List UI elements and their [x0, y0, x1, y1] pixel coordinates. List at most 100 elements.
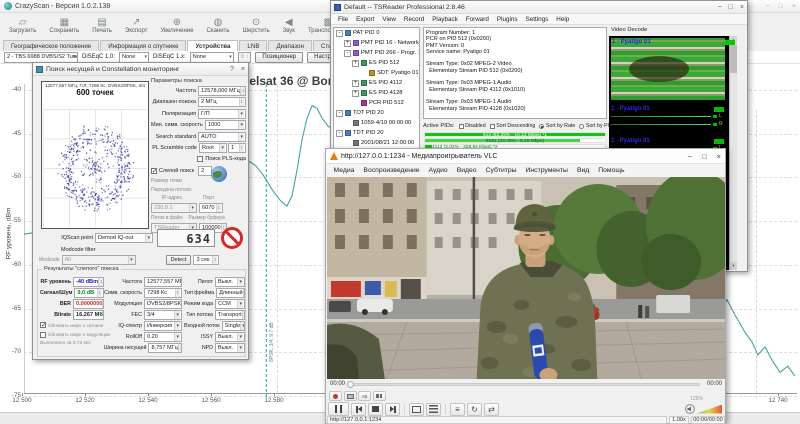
toolbar-button[interactable]: ⊙ Шерстить	[237, 16, 274, 35]
param-field[interactable]: 2 МГц↕	[198, 97, 246, 107]
pl-scramble-select[interactable]: Root▾	[199, 143, 227, 153]
menu-item[interactable]: Аудио	[424, 167, 452, 174]
menu-item[interactable]: Помощь	[594, 167, 629, 174]
tree-node[interactable]: + PMT PID 16 - Network	[334, 38, 419, 48]
tree-expander-icon[interactable]: +	[352, 60, 359, 67]
param-field[interactable]: Г/П▾	[198, 109, 246, 119]
loop-ab-button[interactable]: AB	[358, 391, 371, 401]
frame-by-frame-button[interactable]	[373, 391, 386, 401]
tree-expander-icon[interactable]: +	[344, 40, 351, 47]
chevron-down-icon[interactable]: ▾	[240, 322, 245, 330]
field-adorner-icon[interactable]: ↕	[240, 87, 246, 95]
tab[interactable]: Устройства	[187, 40, 238, 51]
tab[interactable]: Географическое положение	[3, 40, 99, 51]
active-pids-option[interactable]: Sort by Rate	[539, 123, 575, 129]
tree-node[interactable]: + ES PID 512	[334, 58, 419, 68]
scrollbar[interactable]: ▲ ▼	[729, 36, 737, 270]
active-pids-option[interactable]: Sort by PID	[579, 123, 613, 129]
tuner-select[interactable]: 2 - TBS 6988 DVBS/S2 Tuner 0	[4, 52, 78, 63]
result-field[interactable]: 0.20▾	[144, 332, 182, 342]
ip-address-field[interactable]: 230.8.1▾	[151, 203, 197, 213]
snapshot-button[interactable]	[344, 391, 357, 401]
time-display[interactable]: 00:00/00:00	[691, 416, 725, 424]
vlc-video-area[interactable]	[327, 177, 725, 379]
toolbar-button[interactable]: ◀ Звук	[278, 16, 300, 35]
result-field[interactable]: 12577,557 МГц↕	[144, 277, 182, 287]
spinner-icon[interactable]: ↕	[216, 204, 222, 212]
toolbar-button[interactable]: ▦ Сохранить	[44, 16, 84, 35]
result-field[interactable]: Инверсия▾	[144, 321, 182, 331]
option-mark-icon[interactable]	[490, 124, 495, 129]
spinner-icon[interactable]: ↕	[239, 144, 245, 152]
result-select[interactable]: Выкл.▾	[215, 343, 245, 353]
result-select[interactable]: CCM▾	[215, 299, 245, 309]
previous-button[interactable]	[351, 403, 366, 416]
help-icon[interactable]: ?	[230, 66, 234, 73]
param-field[interactable]: 1000▾	[205, 120, 246, 130]
tree-node[interactable]: PCR PID 512	[334, 98, 419, 108]
menu-item[interactable]: Медиа	[329, 167, 359, 174]
chevron-down-icon[interactable]: ▾	[237, 344, 243, 352]
detect-interval-stepper[interactable]: 3 сек↕	[193, 255, 219, 265]
pl-number-stepper[interactable]: 1↕	[228, 143, 246, 153]
menu-item[interactable]: Export	[352, 16, 378, 23]
option-mark-icon[interactable]	[579, 124, 584, 129]
param-field[interactable]: AUTO▾	[198, 132, 246, 142]
chevron-down-icon[interactable]: ▾	[243, 289, 245, 297]
result-select[interactable]: Длинный▾	[216, 288, 245, 298]
menu-item[interactable]: Forward	[462, 16, 493, 23]
result-select[interactable]: Single▾	[222, 321, 245, 331]
fullscreen-button[interactable]	[409, 403, 424, 416]
menu-item[interactable]: Help	[552, 16, 573, 23]
chevron-down-icon[interactable]: ▾	[242, 311, 245, 319]
port-stepper[interactable]: 6070↕	[199, 203, 223, 213]
field-adorner-icon[interactable]: ▾	[174, 333, 180, 341]
field-adorner-icon[interactable]: ↕	[175, 289, 181, 297]
positioner-button[interactable]: Позиционер	[255, 52, 303, 63]
param-field[interactable]: 12578,000 МГц↕	[198, 86, 246, 96]
active-pids-option[interactable]: Sort Descending	[490, 123, 536, 129]
playlist-button[interactable]: ≡	[450, 403, 465, 416]
tree-node[interactable]: - TOT PID 20	[334, 108, 419, 118]
tree-expander-icon[interactable]: -	[344, 50, 351, 57]
loop-button[interactable]: ↻	[467, 403, 482, 416]
tab[interactable]: Информация о спутнике	[100, 40, 186, 51]
minimize-icon[interactable]: −	[688, 152, 692, 161]
next-button[interactable]	[385, 403, 400, 416]
option-mark-icon[interactable]	[539, 124, 544, 129]
position-stepper[interactable]: 0↕	[238, 52, 252, 63]
maximize-icon[interactable]: □	[729, 4, 733, 11]
menu-item[interactable]: Settings	[522, 16, 553, 23]
chevron-down-icon[interactable]: ▾	[145, 234, 151, 242]
chevron-down-icon[interactable]: ▾	[237, 300, 243, 308]
tree-expander-icon[interactable]: -	[336, 110, 343, 117]
menu-item[interactable]: Инструменты	[521, 167, 572, 174]
volume-slider[interactable]	[697, 405, 722, 414]
menu-item[interactable]: Субтитры	[481, 167, 521, 174]
playback-rate[interactable]: 1.00x	[669, 416, 689, 424]
toolbar-button[interactable]: ▤ Печать	[87, 16, 117, 35]
shuffle-button[interactable]: ⇄	[484, 403, 499, 416]
field-adorner-icon[interactable]: ▾	[174, 322, 180, 330]
menu-item[interactable]: Record	[400, 16, 428, 23]
scroll-thumb[interactable]	[730, 45, 737, 73]
tree-node[interactable]: - TDT PID 20	[334, 128, 419, 138]
detect-button[interactable]: Detect	[166, 255, 192, 265]
diseqc10-select[interactable]: None	[119, 52, 149, 63]
tree-node[interactable]: - PMT PID 266 - Progr. 1	[334, 48, 419, 58]
close-icon[interactable]: ×	[717, 152, 721, 161]
menu-item[interactable]: Plugins	[493, 16, 522, 23]
refresh-signal-checkbox[interactable]	[40, 322, 46, 328]
toolbar-button[interactable]: ⊕ Увеличение	[155, 16, 198, 35]
result-field[interactable]: DVBS2/8PSK▾	[144, 299, 182, 309]
result-select[interactable]: Выкл.▾	[215, 277, 245, 287]
maximize-icon[interactable]: □	[779, 3, 783, 10]
field-adorner-icon[interactable]: ↕	[239, 98, 245, 106]
menu-item[interactable]: Вид	[572, 167, 593, 174]
tree-expander-icon[interactable]: -	[336, 130, 343, 137]
seek-slider[interactable]	[349, 383, 700, 386]
modcode-select[interactable]: All▾	[62, 255, 136, 265]
extended-settings-button[interactable]	[426, 403, 441, 416]
tab[interactable]: Диапазон	[268, 40, 311, 51]
stop-button[interactable]	[368, 403, 383, 416]
